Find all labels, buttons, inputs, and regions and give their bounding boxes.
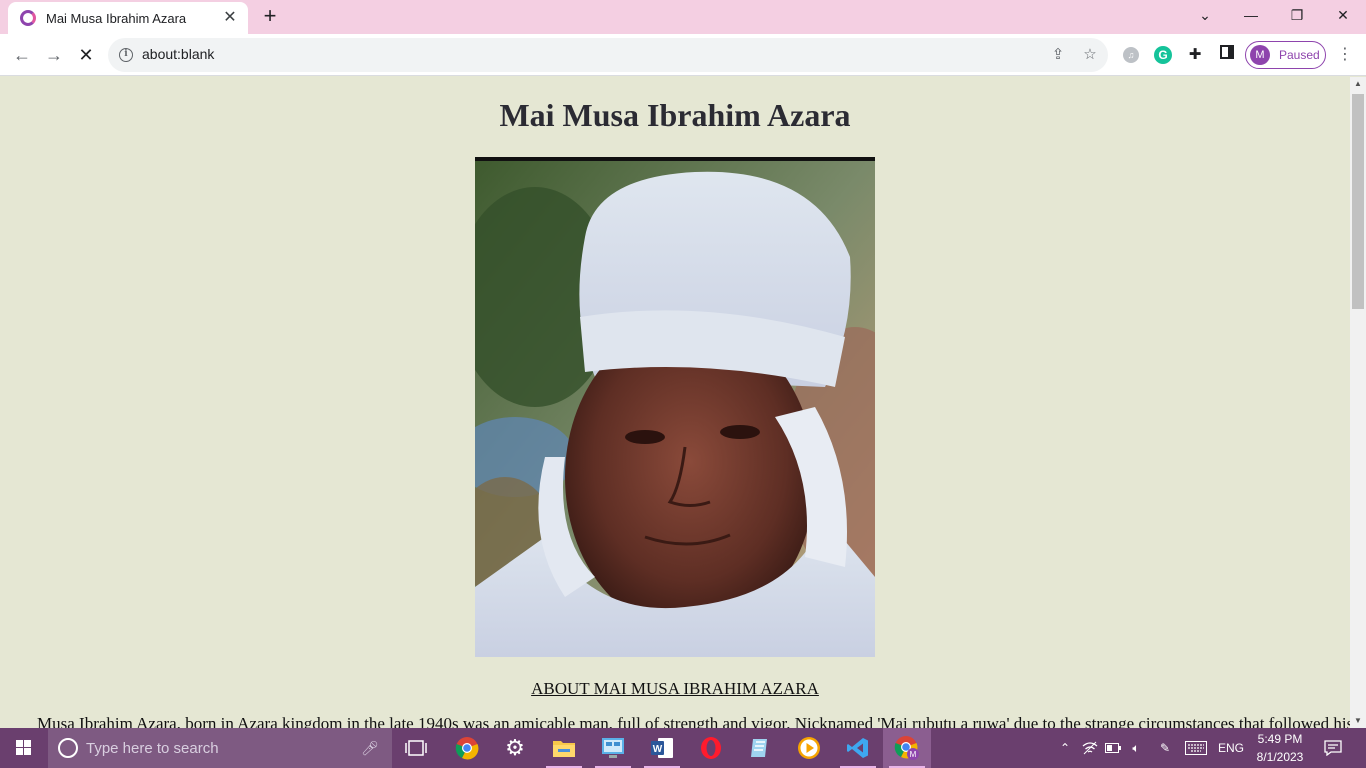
forward-arrow-icon[interactable]: →	[41, 42, 67, 68]
about-link[interactable]: ABOUT MAI MUSA IBRAHIM AZARA	[0, 679, 1350, 699]
settings-gear-icon[interactable]: ⚙	[491, 728, 539, 768]
file-explorer-icon[interactable]	[540, 728, 588, 768]
clock-date: 8/1/2023	[1256, 750, 1304, 764]
cortana-icon	[58, 738, 78, 758]
side-panel-icon[interactable]	[1217, 45, 1237, 65]
share-icon[interactable]: ⇪	[1048, 45, 1068, 65]
tab-title: Mai Musa Ibrahim Azara	[46, 10, 187, 26]
bookmark-star-icon[interactable]: ☆	[1080, 45, 1100, 65]
avatar: M	[1250, 45, 1270, 65]
tab-active[interactable]: Mai Musa Ibrahim Azara ✕	[8, 2, 248, 34]
kebab-menu-icon[interactable]: ⋮	[1335, 45, 1355, 65]
taskbar-search-input[interactable]: Type here to search 🎤︎	[48, 728, 392, 768]
tab-favicon-icon	[20, 10, 36, 26]
pen-workspace-icon[interactable]: ✎	[1153, 728, 1177, 768]
microphone-icon[interactable]: 🎤︎	[358, 740, 382, 757]
battery-icon[interactable]	[1103, 728, 1123, 768]
tab-close-icon[interactable]: ✕	[220, 8, 240, 28]
page-viewport: Mai Musa Ibrahim Azara ABOUT MAI MUSA IB…	[0, 77, 1350, 728]
minimize-button[interactable]: —	[1228, 0, 1274, 30]
browser-toolbar: ← → ✕ i about:blank ⇪ ☆ ♫ G ✚ M Paused ⋮	[0, 34, 1366, 76]
word-icon[interactable]: W	[638, 728, 686, 768]
clock-time: 5:49 PM	[1257, 732, 1303, 746]
show-hidden-icons-chevron-icon[interactable]: ⌃	[1054, 728, 1076, 768]
page-title: Mai Musa Ibrahim Azara	[499, 97, 851, 133]
grammarly-extension-icon[interactable]: G	[1154, 46, 1172, 64]
windows-taskbar: Type here to search 🎤︎ ⚙ W M ⌃ 🔈︎ ✎ ENG …	[0, 728, 1366, 768]
task-view-icon[interactable]	[392, 728, 440, 768]
chrome-profile-taskbar-icon[interactable]: M	[883, 728, 931, 768]
notepad-icon[interactable]	[736, 728, 784, 768]
close-window-button[interactable]: ✕	[1320, 0, 1366, 30]
svg-text:W: W	[653, 744, 663, 755]
media-player-icon[interactable]	[785, 728, 833, 768]
profile-button[interactable]: M Paused	[1245, 41, 1326, 69]
portrait-photo	[475, 157, 875, 657]
opera-icon[interactable]	[687, 728, 735, 768]
address-bar[interactable]: i about:blank ⇪ ☆	[108, 38, 1108, 72]
notifications-icon[interactable]	[1318, 728, 1348, 768]
stop-loading-icon[interactable]: ✕	[73, 42, 99, 68]
search-placeholder: Type here to search	[86, 739, 219, 757]
vscode-icon[interactable]	[834, 728, 882, 768]
taskbar-clock[interactable]: 5:49 PM 8/1/2023	[1250, 730, 1310, 766]
browser-titlebar: Mai Musa Ibrahim Azara ✕ + ⌄ — ❐ ✕	[0, 0, 1366, 34]
extensions-puzzle-icon[interactable]: ✚	[1185, 45, 1205, 65]
chrome-taskbar-icon[interactable]	[443, 728, 491, 768]
input-language-indicator[interactable]: ENG	[1214, 728, 1248, 768]
scroll-up-arrow-icon[interactable]: ▲	[1350, 77, 1366, 91]
address-bar-url[interactable]: about:blank	[142, 46, 214, 62]
extension-media-icon[interactable]: ♫	[1123, 47, 1139, 63]
svg-text:M: M	[910, 750, 917, 759]
tab-search-chevron-icon[interactable]: ⌄	[1182, 0, 1228, 30]
back-arrow-icon[interactable]: ←	[9, 42, 35, 68]
network-wifi-icon[interactable]	[1080, 728, 1100, 768]
touch-keyboard-icon[interactable]	[1183, 728, 1209, 768]
start-windows-icon[interactable]	[0, 728, 48, 768]
page-scrollbar[interactable]: ▲ ▼	[1350, 77, 1366, 728]
new-tab-button[interactable]: +	[258, 5, 282, 29]
scroll-thumb[interactable]	[1352, 94, 1364, 309]
volume-speaker-icon[interactable]: 🔈︎	[1126, 728, 1146, 768]
control-panel-icon[interactable]	[589, 728, 637, 768]
profile-status-label: Paused	[1279, 48, 1320, 62]
restore-button[interactable]: ❐	[1274, 0, 1320, 30]
bio-paragraph: Musa Ibrahim Azara, born in Azara kingdo…	[37, 714, 1350, 728]
scroll-down-arrow-icon[interactable]: ▼	[1350, 714, 1366, 728]
site-info-icon[interactable]: i	[119, 48, 133, 62]
